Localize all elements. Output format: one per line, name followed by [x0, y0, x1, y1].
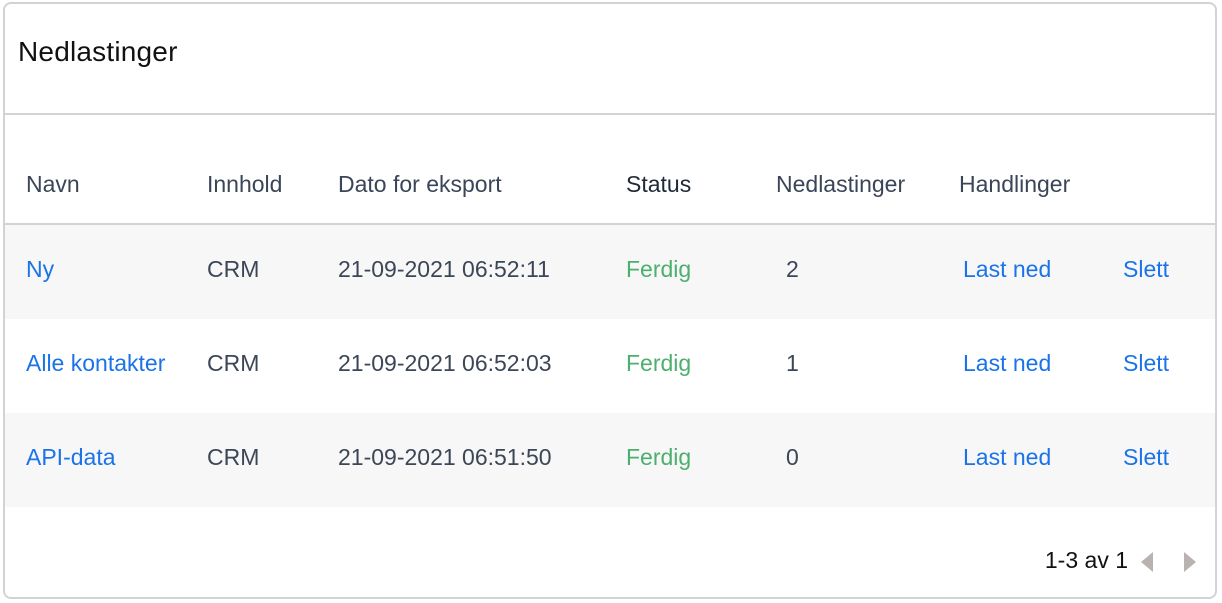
- export-date: 21-09-2021 06:52:03: [338, 350, 552, 376]
- export-date: 21-09-2021 06:52:11: [338, 256, 550, 282]
- chevron-left-icon: [1141, 552, 1153, 572]
- downloads-table: Navn Innhold Dato for eksport Status Ned…: [5, 115, 1215, 507]
- delete-link[interactable]: Slett: [1123, 256, 1169, 283]
- page-title: Nedlastinger: [18, 36, 178, 67]
- table-row: Ny CRM 21-09-2021 06:52:11 Ferdig 2 Last…: [5, 225, 1215, 319]
- status-badge: Ferdig: [626, 444, 692, 470]
- status-badge: Ferdig: [626, 350, 692, 376]
- column-header-date: Dato for eksport: [338, 171, 502, 197]
- card-header: Nedlastinger: [5, 4, 1215, 115]
- column-header-actions: Handlinger: [959, 171, 1071, 197]
- delete-link[interactable]: Slett: [1123, 444, 1169, 471]
- column-header-downloads: Nedlastinger: [776, 171, 906, 197]
- page-range-label: 1-3 av 1: [1044, 547, 1128, 573]
- table-row: Alle kontakter CRM 21-09-2021 06:52:03 F…: [5, 319, 1215, 413]
- download-count: 2: [786, 256, 799, 282]
- export-date: 21-09-2021 06:51:50: [338, 444, 552, 470]
- table-row: API-data CRM 21-09-2021 06:51:50 Ferdig …: [5, 413, 1215, 507]
- column-header-status: Status: [626, 171, 692, 197]
- status-badge: Ferdig: [626, 256, 692, 282]
- delete-link[interactable]: Slett: [1123, 350, 1169, 377]
- column-header-name: Navn: [26, 171, 80, 197]
- chevron-right-icon: [1184, 552, 1196, 572]
- download-count: 0: [786, 444, 799, 470]
- pagination: 1-3 av 1: [5, 507, 1215, 597]
- export-name-link[interactable]: Alle kontakter: [26, 350, 165, 377]
- previous-page-button[interactable]: [1141, 551, 1157, 573]
- download-link[interactable]: Last ned: [963, 350, 1051, 377]
- download-link[interactable]: Last ned: [963, 256, 1051, 283]
- export-content: CRM: [207, 256, 260, 282]
- export-name-link[interactable]: API-data: [26, 444, 116, 471]
- table-header: Navn Innhold Dato for eksport Status Ned…: [5, 115, 1215, 225]
- downloads-card: Nedlastinger Navn Innhold Dato for ekspo…: [3, 2, 1217, 599]
- export-content: CRM: [207, 444, 260, 470]
- export-content: CRM: [207, 350, 260, 376]
- column-header-content: Innhold: [207, 171, 283, 197]
- next-page-button[interactable]: [1184, 551, 1200, 573]
- download-link[interactable]: Last ned: [963, 444, 1051, 471]
- export-name-link[interactable]: Ny: [26, 256, 54, 283]
- download-count: 1: [786, 350, 799, 376]
